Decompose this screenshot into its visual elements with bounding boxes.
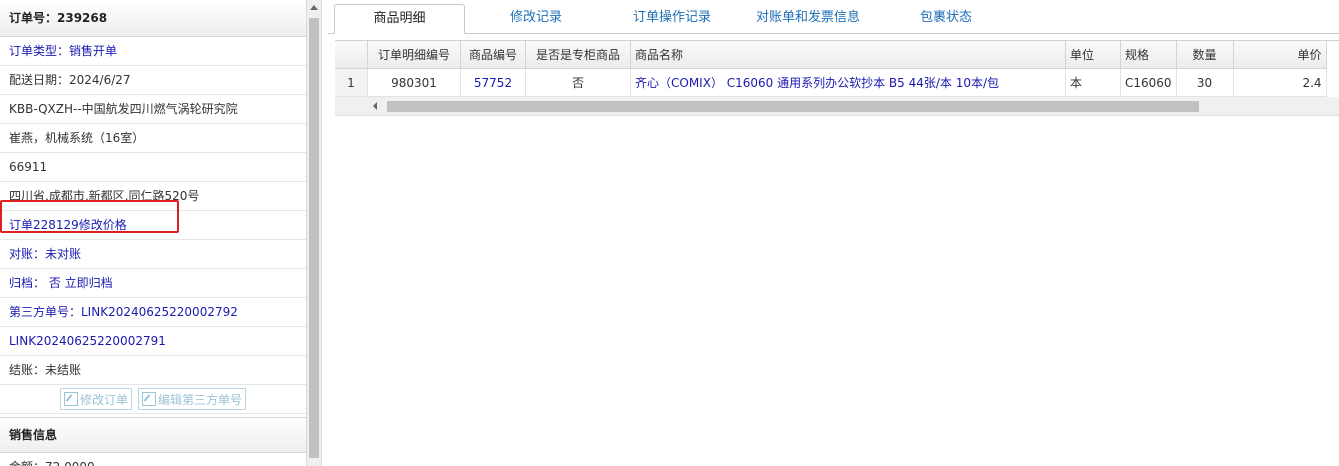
- edit-order-label: 修改订单: [79, 392, 128, 407]
- tab-statement-invoice[interactable]: 对账单和发票信息: [746, 4, 870, 32]
- tab-bar: 商品明细 修改记录 订单操作记录 对账单和发票信息 包裹状态: [328, 0, 1339, 34]
- third-party-number[interactable]: 第三方单号：LINK20240625220002792: [0, 298, 306, 327]
- detail-panel: 商品明细 修改记录 订单操作记录 对账单和发票信息 包裹状态 订单明细编号 商品…: [328, 0, 1339, 466]
- reconciliation-status[interactable]: 对账：未对账: [0, 240, 306, 269]
- cell-quantity: 30: [1176, 68, 1234, 97]
- product-table: 订单明细编号 商品编号 是否是专柜商品 商品名称 单位 规格 数量 单价 1 9…: [335, 40, 1339, 97]
- cell-counter-product: 否: [525, 68, 631, 97]
- col-quantity[interactable]: 数量: [1176, 41, 1234, 69]
- tab-modification-log[interactable]: 修改记录: [488, 4, 584, 32]
- order-actions: 修改订单 编辑第三方单号: [0, 385, 306, 414]
- col-unit[interactable]: 单位: [1065, 41, 1121, 69]
- edit-icon: [63, 392, 78, 406]
- col-spec[interactable]: 规格: [1120, 41, 1177, 69]
- phone-number: 66911: [0, 153, 306, 182]
- sales-info-title: 销售信息: [0, 417, 306, 453]
- col-product-name[interactable]: 商品名称: [630, 41, 1066, 69]
- horizontal-scroll-thumb[interactable]: [387, 101, 1199, 112]
- cell-product-name-link[interactable]: 齐心（COMIX） C16060 通用系列办公软抄本 B5 44张/本 10本/…: [630, 68, 1066, 97]
- row-number: 1: [335, 68, 368, 97]
- delivery-date: 配送日期：2024/6/27: [0, 66, 306, 95]
- cell-detail-id: 980301: [367, 68, 461, 97]
- scroll-thumb[interactable]: [309, 18, 319, 458]
- table-row[interactable]: 1 980301 57752 否 齐心（COMIX） C16060 通用系列办公…: [335, 68, 1327, 97]
- cell-spec: C16060: [1120, 68, 1177, 97]
- contact-person: 崔燕，机械系统（16室）: [0, 124, 306, 153]
- order-type[interactable]: 订单类型：销售开单: [0, 37, 306, 66]
- col-detail-id[interactable]: 订单明细编号: [367, 41, 461, 69]
- col-unit-price[interactable]: 单价: [1233, 41, 1327, 69]
- scroll-up-arrow-icon[interactable]: [310, 5, 318, 10]
- scroll-left-arrow-icon[interactable]: [373, 102, 377, 110]
- tab-package-status[interactable]: 包裹状态: [904, 4, 988, 32]
- vertical-scrollbar[interactable]: [307, 0, 322, 466]
- edit-icon: [142, 392, 156, 406]
- edit-order-button[interactable]: 修改订单: [59, 388, 132, 410]
- archive-status[interactable]: 归档： 否 立即归档: [0, 269, 306, 298]
- order-info-panel: 订单号：239268 订单类型：销售开单 配送日期：2024/6/27 KBB-…: [0, 0, 307, 466]
- horizontal-scrollbar[interactable]: [335, 97, 1339, 116]
- sales-amount: 金额：72.0000: [0, 453, 306, 466]
- highlight-box: [0, 200, 179, 233]
- col-rownum: [335, 41, 368, 69]
- tab-product-details[interactable]: 商品明细: [334, 4, 465, 34]
- edit-third-party-button[interactable]: 编辑第三方单号: [138, 388, 247, 410]
- cell-unit-price: 2.4: [1233, 68, 1327, 97]
- settlement-status: 结账：未结账: [0, 356, 306, 385]
- order-number-title: 订单号：239268: [0, 0, 306, 37]
- cell-unit: 本: [1065, 68, 1121, 97]
- tab-operation-log[interactable]: 订单操作记录: [612, 4, 732, 32]
- col-counter-product[interactable]: 是否是专柜商品: [525, 41, 631, 69]
- edit-third-party-label: 编辑第三方单号: [158, 392, 243, 407]
- col-product-id[interactable]: 商品编号: [460, 41, 526, 69]
- customer-name: KBB-QXZH--中国航发四川燃气涡轮研究院: [0, 95, 306, 124]
- third-party-number-2[interactable]: LINK20240625220002791: [0, 327, 306, 356]
- cell-product-id-link[interactable]: 57752: [460, 68, 526, 97]
